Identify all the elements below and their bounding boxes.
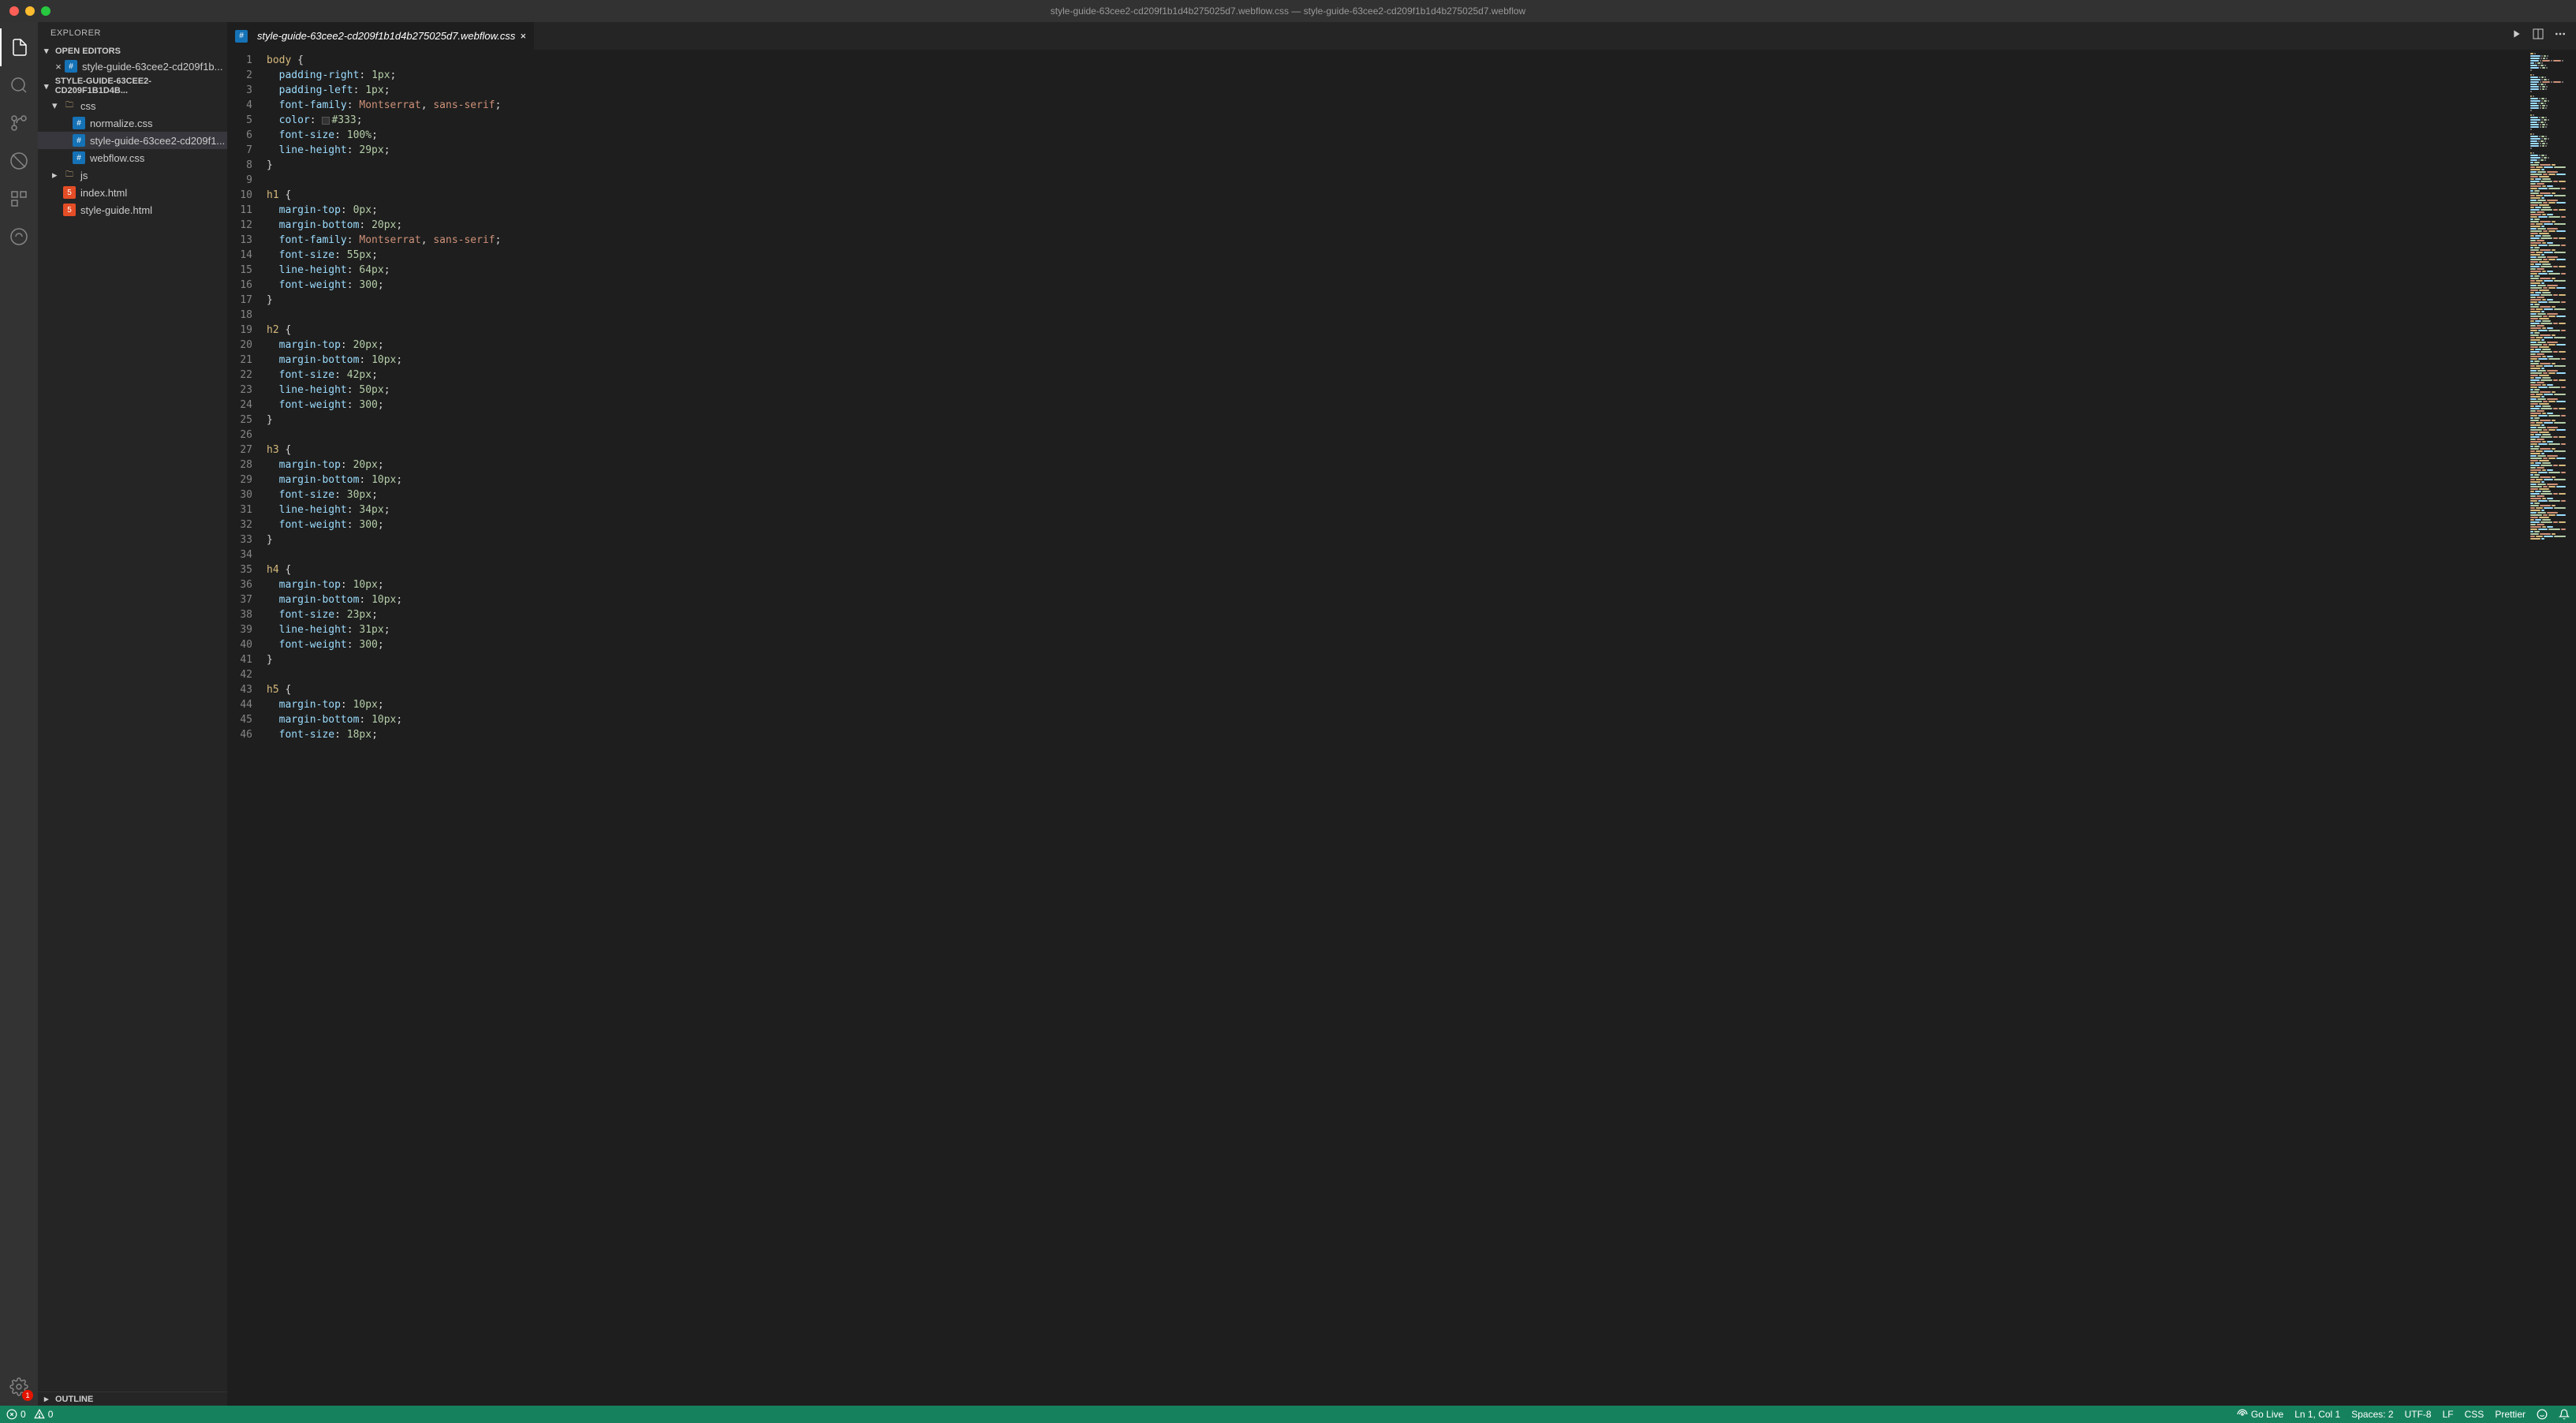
live-server-icon[interactable] bbox=[0, 218, 38, 256]
close-icon[interactable]: × bbox=[520, 30, 526, 42]
window-minimize-button[interactable] bbox=[25, 6, 35, 16]
open-editors-header[interactable]: ▾ OPEN EDITORS bbox=[38, 44, 227, 58]
feedback-icon[interactable] bbox=[2537, 1409, 2548, 1420]
cursor-position[interactable]: Ln 1, Col 1 bbox=[2294, 1409, 2340, 1420]
chevron-down-icon: ▾ bbox=[44, 81, 55, 92]
chevron-down-icon: ▾ bbox=[44, 46, 55, 56]
folder-item[interactable]: ▾🗀 css bbox=[38, 97, 227, 114]
notifications-icon[interactable] bbox=[2559, 1409, 2570, 1420]
extensions-icon[interactable] bbox=[0, 180, 38, 218]
warnings-count[interactable]: 0 bbox=[34, 1409, 54, 1420]
folder-icon: 🗀 bbox=[63, 169, 76, 181]
code-content[interactable]: body { padding-right: 1px; padding-left:… bbox=[267, 50, 2529, 1406]
file-item[interactable]: # style-guide-63cee2-cd209f1... bbox=[38, 132, 227, 149]
file-name: style-guide-63cee2-cd209f1b... bbox=[82, 61, 223, 73]
window-maximize-button[interactable] bbox=[41, 6, 50, 16]
activity-bar bbox=[0, 22, 38, 1406]
file-item[interactable]: # normalize.css bbox=[38, 114, 227, 132]
css-file-icon: # bbox=[235, 30, 248, 43]
folder-header[interactable]: ▾ STYLE-GUIDE-63CEE2-CD209F1B1D4B... bbox=[38, 75, 227, 97]
line-number-gutter: 1234567891011121314151617181920212223242… bbox=[227, 50, 267, 1406]
open-editor-item[interactable]: ×# style-guide-63cee2-cd209f1b... bbox=[38, 58, 227, 75]
chevron-right-icon: ▸ bbox=[44, 1394, 55, 1404]
item-label: style-guide-63cee2-cd209f1... bbox=[90, 135, 225, 147]
titlebar: style-guide-63cee2-cd209f1b1d4b275025d7.… bbox=[0, 0, 2576, 22]
outline-header[interactable]: ▸ OUTLINE bbox=[38, 1391, 227, 1406]
settings-gear-icon[interactable] bbox=[0, 1368, 38, 1406]
sidebar: EXPLORER ▾ OPEN EDITORS ×#style-guide-63… bbox=[38, 22, 227, 1406]
css-file-icon: # bbox=[65, 60, 77, 73]
language-mode[interactable]: CSS bbox=[2465, 1409, 2485, 1420]
css-file-icon: # bbox=[73, 117, 85, 129]
item-label: index.html bbox=[80, 187, 127, 199]
item-label: normalize.css bbox=[90, 118, 152, 129]
encoding[interactable]: UTF-8 bbox=[2405, 1409, 2432, 1420]
minimap[interactable] bbox=[2529, 50, 2576, 1406]
tab-active-file[interactable]: # style-guide-63cee2-cd209f1b1d4b275025d… bbox=[227, 22, 535, 50]
explorer-icon[interactable] bbox=[0, 28, 38, 66]
more-actions-icon[interactable] bbox=[2554, 28, 2567, 44]
window-title: style-guide-63cee2-cd209f1b1d4b275025d7.… bbox=[1051, 6, 1525, 17]
css-file-icon: # bbox=[73, 151, 85, 164]
formatter[interactable]: Prettier bbox=[2495, 1409, 2526, 1420]
html-file-icon: 5 bbox=[63, 186, 76, 199]
search-icon[interactable] bbox=[0, 66, 38, 104]
code-editor[interactable]: 1234567891011121314151617181920212223242… bbox=[227, 50, 2576, 1406]
file-item[interactable]: 5 index.html bbox=[38, 184, 227, 201]
css-file-icon: # bbox=[73, 134, 85, 147]
chevron-icon: ▾ bbox=[52, 99, 63, 112]
color-swatch[interactable] bbox=[322, 117, 330, 125]
indentation[interactable]: Spaces: 2 bbox=[2351, 1409, 2393, 1420]
close-icon[interactable]: × bbox=[52, 61, 65, 73]
item-label: style-guide.html bbox=[80, 204, 152, 216]
split-editor-icon[interactable] bbox=[2532, 28, 2544, 44]
run-icon[interactable] bbox=[2510, 28, 2522, 44]
editor-tabs: # style-guide-63cee2-cd209f1b1d4b275025d… bbox=[227, 22, 2576, 50]
source-control-icon[interactable] bbox=[0, 104, 38, 142]
html-file-icon: 5 bbox=[63, 204, 76, 216]
sidebar-title: EXPLORER bbox=[38, 22, 227, 44]
errors-count[interactable]: 0 bbox=[6, 1409, 26, 1420]
item-label: css bbox=[80, 100, 96, 112]
window-close-button[interactable] bbox=[9, 6, 19, 16]
item-label: js bbox=[80, 170, 88, 181]
file-item[interactable]: 5 style-guide.html bbox=[38, 201, 227, 218]
item-label: webflow.css bbox=[90, 152, 144, 164]
status-bar: 0 0 Go Live Ln 1, Col 1 Spaces: 2 UTF-8 … bbox=[0, 1406, 2576, 1423]
go-live-button[interactable]: Go Live bbox=[2237, 1409, 2283, 1420]
folder-icon: 🗀 bbox=[63, 99, 76, 112]
file-item[interactable]: # webflow.css bbox=[38, 149, 227, 166]
chevron-icon: ▸ bbox=[52, 169, 63, 181]
debug-icon[interactable] bbox=[0, 142, 38, 180]
eol[interactable]: LF bbox=[2443, 1409, 2454, 1420]
folder-item[interactable]: ▸🗀 js bbox=[38, 166, 227, 184]
